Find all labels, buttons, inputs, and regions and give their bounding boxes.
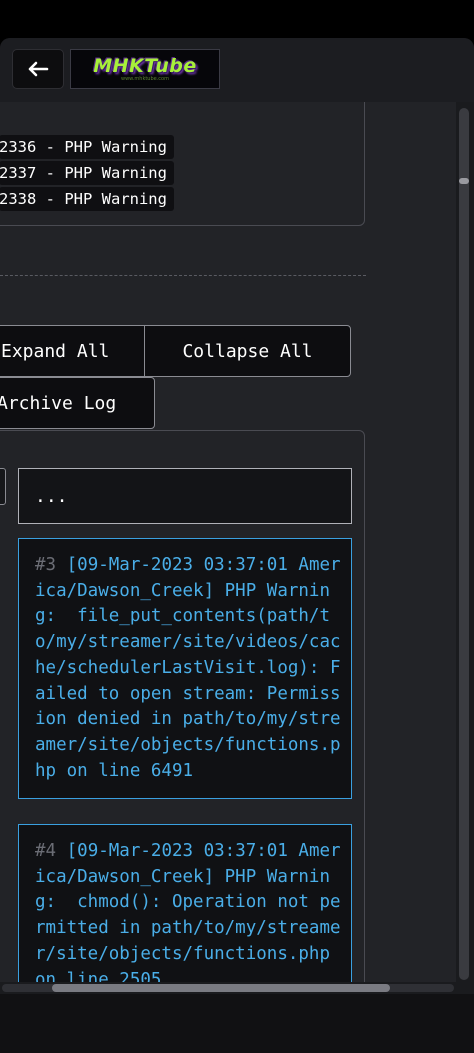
expand-all-button[interactable]: Expand All <box>0 325 145 377</box>
vertical-scroll-track <box>459 108 469 980</box>
archive-log-button[interactable]: Archive Log <box>0 377 155 429</box>
horizontal-scrollbar[interactable] <box>0 982 474 994</box>
log-entry-text: [09-Mar-2023 03:37:01 America/Dawson_Cre… <box>35 555 341 781</box>
status-bar <box>0 0 474 38</box>
log-entry-text: [09-Mar-2023 03:37:01 America/Dawson_Cre… <box>35 841 341 982</box>
horizontal-scroll-thumb[interactable] <box>52 984 390 992</box>
error-list-item-label: 2338 - PHP Warning <box>0 190 167 208</box>
log-search-input[interactable]: ... <box>18 468 352 524</box>
top-header: MHKTube www.mhktube.com <box>0 38 474 102</box>
system-nav-area <box>0 994 474 1053</box>
log-viewer-content: 2336 - PHP Warning 2337 - PHP Warning 23… <box>0 102 460 982</box>
error-list-panel: 2336 - PHP Warning 2337 - PHP Warning 23… <box>0 102 365 226</box>
log-entry: #4 [09-Mar-2023 03:37:01 America/Dawson_… <box>18 824 352 982</box>
site-logo[interactable]: MHKTube www.mhktube.com <box>70 49 220 89</box>
error-list-item[interactable]: 2336 - PHP Warning <box>0 135 174 159</box>
error-list-item-label: 2336 - PHP Warning <box>0 138 167 156</box>
filter-button[interactable] <box>0 468 6 505</box>
logo-wordmark: MHKTube <box>93 54 197 77</box>
back-button[interactable] <box>12 49 64 89</box>
logo-subtext: www.mhktube.com <box>121 75 169 82</box>
log-entry-number: #3 <box>35 555 57 575</box>
log-entry-number: #4 <box>35 841 57 861</box>
error-list-item-label: 2337 - PHP Warning <box>0 164 167 182</box>
arrow-left-icon <box>28 61 49 77</box>
section-divider <box>0 275 366 276</box>
collapse-all-button[interactable]: Collapse All <box>144 325 351 377</box>
error-list-item[interactable]: 2338 - PHP Warning <box>0 187 174 211</box>
log-entry: #3 [09-Mar-2023 03:37:01 America/Dawson_… <box>18 538 352 799</box>
vertical-scrollbar[interactable] <box>456 102 474 982</box>
error-list-item[interactable]: 2337 - PHP Warning <box>0 161 174 185</box>
browser-frame: MHKTube www.mhktube.com 2336 - PHP Warni… <box>0 38 474 994</box>
vertical-scroll-thumb[interactable] <box>459 178 469 184</box>
